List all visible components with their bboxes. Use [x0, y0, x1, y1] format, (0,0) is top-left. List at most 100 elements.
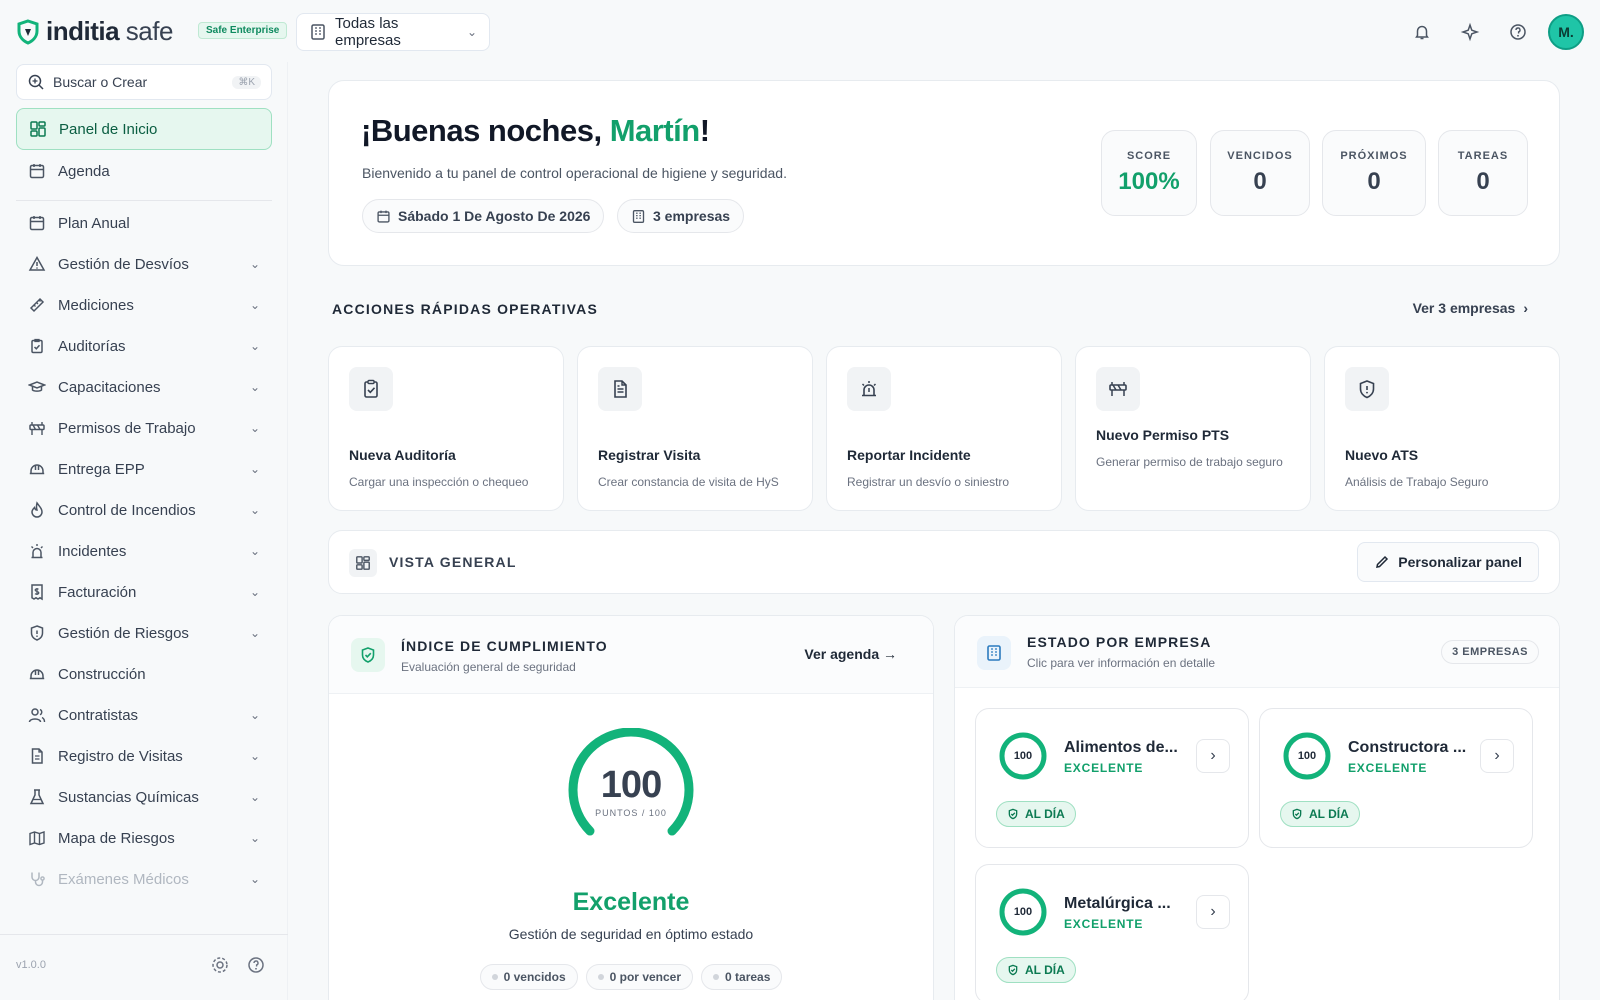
stat-score: SCORE 100% — [1101, 130, 1197, 216]
bell-icon[interactable] — [1404, 14, 1440, 50]
pencil-icon — [1376, 555, 1389, 568]
chevron-down-icon[interactable]: ⌄ — [250, 462, 260, 476]
help-circle-icon[interactable] — [1500, 14, 1536, 50]
company-grade: EXCELENTE — [1064, 761, 1144, 775]
sidebar-item-label: Gestión de Riesgos — [58, 624, 189, 642]
siren-icon — [861, 381, 877, 397]
chevron-down-icon[interactable]: ⌄ — [250, 257, 260, 271]
chevron-down-icon[interactable]: ⌄ — [250, 626, 260, 640]
sidebar-item-mapa-de-riesgos[interactable]: Mapa de Riesgos ⌄ — [16, 818, 272, 858]
sidebar-item-label: Panel de Inicio — [59, 120, 158, 138]
customize-panel-button[interactable]: Personalizar panel — [1357, 542, 1539, 582]
company-name: Metalúrgica ... — [1064, 895, 1171, 912]
warning-triangle-icon — [28, 255, 46, 271]
calendar-icon — [377, 210, 390, 223]
sidebar-item-contratistas[interactable]: Contratistas ⌄ — [16, 695, 272, 735]
chevron-down-icon[interactable]: ⌄ — [250, 503, 260, 517]
overview-title: VISTA GENERAL — [389, 554, 517, 570]
date-pill: Sábado 1 De Agosto De 2026 — [362, 199, 605, 233]
sidebar-item-label: Plan Anual — [58, 214, 130, 232]
sidebar-item-facturacion[interactable]: Facturación ⌄ — [16, 572, 272, 612]
document-icon — [614, 380, 627, 398]
sidebar-item-label: Construcción — [58, 665, 146, 683]
dot-icon — [597, 974, 604, 980]
stat-tareas: TAREAS 0 — [1438, 130, 1528, 216]
shield-check-icon — [1008, 964, 1018, 976]
action-nuevo-permiso-pts[interactable]: Nuevo Permiso PTS Generar permiso de tra… — [1075, 346, 1311, 511]
chevron-down-icon[interactable]: ⌄ — [250, 749, 260, 763]
chevron-down-icon[interactable]: ⌄ — [250, 421, 260, 435]
company-card[interactable]: 100 Constructora ... EXCELENTE › AL DÍA — [1259, 708, 1533, 848]
compliance-description: Gestión de seguridad en óptimo estado — [508, 926, 754, 942]
chevron-down-icon[interactable]: ⌄ — [250, 831, 260, 845]
chevron-down-icon[interactable]: ⌄ — [250, 872, 260, 886]
action-nuevo-ats[interactable]: Nuevo ATS Análisis de Trabajo Seguro — [1324, 346, 1560, 511]
chevron-down-icon[interactable]: ⌄ — [250, 339, 260, 353]
shield-check-icon — [1008, 808, 1018, 820]
sidebar-item-auditorias[interactable]: Auditorías ⌄ — [16, 326, 272, 366]
compliance-subtitle: Evaluación general de seguridad — [401, 660, 576, 674]
chevron-down-icon[interactable]: ⌄ — [250, 585, 260, 599]
dashboard-grid-icon — [356, 556, 370, 570]
company-card[interactable]: 100 Metalúrgica ... EXCELENTE › AL DÍA — [975, 864, 1249, 1000]
sidebar-item-entrega-epp[interactable]: Entrega EPP ⌄ — [16, 449, 272, 489]
action-registrar-visita[interactable]: Registrar Visita Crear constancia de vis… — [577, 346, 813, 511]
sidebar-item-registro-de-visitas[interactable]: Registro de Visitas ⌄ — [16, 736, 272, 776]
company-name: Alimentos de... — [1064, 739, 1178, 756]
shield-logo-icon — [17, 18, 39, 45]
company-selector[interactable]: Todas las empresas ⌄ — [296, 13, 490, 51]
sidebar-item-label: Capacitaciones — [58, 378, 161, 396]
sparkles-icon[interactable] — [1452, 14, 1488, 50]
company-name: Constructora ... — [1348, 739, 1467, 756]
view-agenda-link[interactable]: Ver agenda → — [804, 646, 897, 662]
siren-icon — [31, 544, 43, 559]
sidebar-item-examenes-medicos[interactable]: Exámenes Médicos ⌄ — [16, 859, 272, 899]
sidebar-item-label: Facturación — [58, 583, 137, 601]
map-icon — [29, 831, 45, 846]
sidebar-item-mediciones[interactable]: Mediciones ⌄ — [16, 285, 272, 325]
chevron-right-icon[interactable]: › — [1196, 739, 1230, 773]
companies-count-badge: 3 EMPRESAS — [1441, 640, 1539, 664]
sidebar-item-plan-anual[interactable]: Plan Anual — [16, 203, 272, 243]
greeting-title: ¡Buenas noches, Martín! — [361, 113, 710, 148]
chevron-down-icon[interactable]: ⌄ — [250, 544, 260, 558]
sidebar-item-control-de-incendios[interactable]: Control de Incendios ⌄ — [16, 490, 272, 530]
sidebar-item-construccion[interactable]: Construcción — [16, 654, 272, 694]
chevron-down-icon[interactable]: ⌄ — [250, 790, 260, 804]
search-input[interactable]: Buscar o Crear ⌘K — [16, 64, 272, 100]
chevron-right-icon: › — [1523, 300, 1528, 316]
chevron-right-icon[interactable]: › — [1196, 895, 1230, 929]
chevron-right-icon[interactable]: › — [1480, 739, 1514, 773]
sidebar-item-label: Registro de Visitas — [58, 747, 183, 765]
sidebar-item-incidentes[interactable]: Incidentes ⌄ — [16, 531, 272, 571]
company-score: 100 — [1013, 750, 1033, 762]
dashboard-grid-icon — [30, 121, 46, 137]
shield-check-icon — [1292, 808, 1302, 820]
action-nueva-auditoria[interactable]: Nueva Auditoría Cargar una inspección o … — [328, 346, 564, 511]
action-reportar-incidente[interactable]: Reportar Incidente Registrar un desvío o… — [826, 346, 1062, 511]
sidebar-item-gestion-de-desvios[interactable]: Gestión de Desvíos ⌄ — [16, 244, 272, 284]
chevron-down-icon[interactable]: ⌄ — [250, 708, 260, 722]
company-grade: EXCELENTE — [1348, 761, 1428, 775]
stethoscope-icon — [31, 872, 45, 887]
brand-logo[interactable]: inditia safe — [16, 16, 173, 47]
chevron-down-icon[interactable]: ⌄ — [250, 298, 260, 312]
sidebar-item-label: Gestión de Desvíos — [58, 255, 189, 273]
sidebar-item-panel-de-inicio[interactable]: Panel de Inicio — [16, 108, 272, 150]
sidebar-item-sustancias-quimicas[interactable]: Sustancias Químicas ⌄ — [16, 777, 272, 817]
shield-alert-icon — [1359, 380, 1375, 399]
gear-icon[interactable] — [210, 955, 230, 975]
view-companies-link[interactable]: Ver 3 empresas › — [1413, 300, 1528, 316]
building-icon — [987, 645, 1001, 661]
welcome-card: ¡Buenas noches, Martín! Bienvenido a tu … — [328, 80, 1560, 266]
company-card[interactable]: 100 Alimentos de... EXCELENTE › AL DÍA — [975, 708, 1249, 848]
sidebar-item-capacitaciones[interactable]: Capacitaciones ⌄ — [16, 367, 272, 407]
chevron-down-icon[interactable]: ⌄ — [250, 380, 260, 394]
sidebar: Buscar o Crear ⌘K Panel de Inicio Agenda… — [0, 62, 288, 1000]
user-avatar[interactable]: M. — [1548, 14, 1584, 50]
sidebar-item-permisos-de-trabajo[interactable]: Permisos de Trabajo ⌄ — [16, 408, 272, 448]
chip-por-vencer: 0 por vencer — [585, 964, 694, 990]
sidebar-item-agenda[interactable]: Agenda — [16, 151, 272, 191]
sidebar-item-gestion-de-riesgos[interactable]: Gestión de Riesgos ⌄ — [16, 613, 272, 653]
help-circle-icon[interactable] — [246, 955, 266, 975]
